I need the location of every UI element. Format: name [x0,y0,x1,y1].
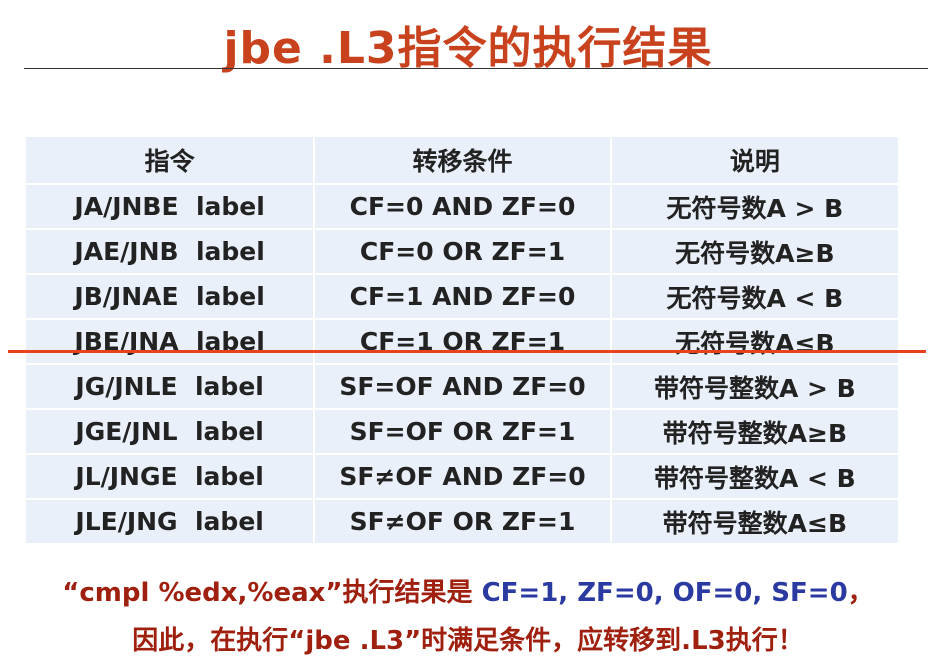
cell-condition: SF≠OF AND ZF=0 [315,455,612,500]
cell-condition: CF=1 OR ZF=1 [315,320,612,365]
table-header-row: 指令 转移条件 说明 [26,137,898,185]
table-row: JBE/JNA label CF=1 OR ZF=1 无符号数A≤B [26,320,898,365]
cell-description: 无符号数A≤B [611,320,898,365]
cell-instruction: JLE/JNG label [26,500,316,543]
cell-condition: CF=0 OR ZF=1 [315,230,612,275]
cell-instruction: JA/JNBE label [26,185,316,230]
cell-condition: CF=1 AND ZF=0 [315,275,612,320]
cell-description: 带符号整数A > B [611,365,898,410]
table-row: JL/JNGE label SF≠OF AND ZF=0 带符号整数A < B [26,455,898,500]
header-instruction: 指令 [26,137,316,185]
title-divider [24,68,928,69]
summary-line-1: “cmpl %edx,%eax”执行结果是 CF=1, ZF=0, OF=0, … [0,572,936,609]
cell-description: 带符号整数A < B [611,455,898,500]
cell-instruction: JAE/JNB label [26,230,316,275]
cell-instruction: JL/JNGE label [26,455,316,500]
cell-description: 带符号整数A≥B [611,410,898,455]
cell-condition: CF=0 AND ZF=0 [315,185,612,230]
summary-flags: CF=1, ZF=0, OF=0, SF=0 [481,578,848,608]
header-condition: 转移条件 [315,137,612,185]
cell-description: 带符号整数A≤B [662,508,848,538]
table-row: JGE/JNL label SF=OF OR ZF=1 带符号整数A≥B [26,410,898,455]
jump-condition-table: 指令 转移条件 说明 JA/JNBE label CF=0 AND ZF=0 无… [26,137,898,543]
summary-suffix: ， [847,578,874,608]
unsigned-signed-divider-line [8,350,926,353]
table-row: JB/JNAE label CF=1 AND ZF=0 无符号数A < B [26,275,898,320]
table-row: JAE/JNB label CF=0 OR ZF=1 无符号数A≥B [26,230,898,275]
cell-description: 无符号数A > B [611,185,898,230]
summary-line-2: 因此，在执行“jbe .L3”时满足条件，应转移到.L3执行！ [132,626,804,656]
cell-description: 无符号数A≥B [611,230,898,275]
summary-prefix: “cmpl %edx,%eax”执行结果是 [62,578,482,608]
cell-instruction: JB/JNAE label [26,275,316,320]
cell-instruction: JGE/JNL label [26,410,316,455]
cell-condition: SF≠OF OR ZF=1 [315,500,612,543]
cell-instruction: JG/JNLE label [26,365,316,410]
cell-description: 无符号数A < B [611,275,898,320]
cell-condition: SF=OF AND ZF=0 [315,365,612,410]
header-description: 说明 [611,137,898,185]
table-row: JA/JNBE label CF=0 AND ZF=0 无符号数A > B [26,185,898,230]
slide-title: jbe .L3指令的执行结果 [223,23,713,74]
cell-instruction: JBE/JNA label [26,320,316,365]
table-row: JLE/JNG label SF≠OF OR ZF=1 带符号整数A≤B [26,500,898,543]
cell-condition: SF=OF OR ZF=1 [315,410,612,455]
table-row: JG/JNLE label SF=OF AND ZF=0 带符号整数A > B [26,365,898,410]
